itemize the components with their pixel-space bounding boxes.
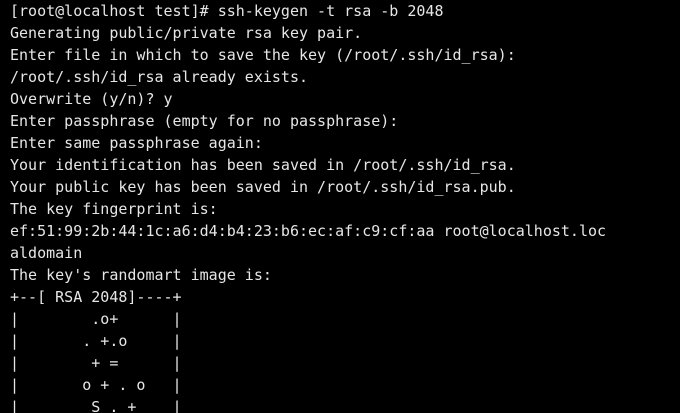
terminal-line: The key's randomart image is: [10,266,272,284]
terminal-line: Enter same passphrase again: [10,134,263,152]
terminal-line-prompt-command: [root@localhost test]# ssh-keygen -t rsa… [10,2,444,20]
randomart-line: | S . + | [10,398,182,413]
randomart-line: | . +.o | [10,332,182,350]
terminal-line: Enter passphrase (empty for no passphras… [10,112,399,130]
randomart-line: +--[ RSA 2048]----+ [10,288,182,306]
terminal-line: Your public key has been saved in /root/… [10,178,516,196]
terminal-line: /root/.ssh/id_rsa already exists. [10,68,309,86]
randomart-line: | o + . o | [10,376,182,394]
randomart-line: | .o+ | [10,310,182,328]
terminal-line: Overwrite (y/n)? y [10,90,173,108]
randomart-line: | + = | [10,354,182,372]
terminal-line: The key fingerprint is: [10,200,218,218]
terminal-line: Generating public/private rsa key pair. [10,24,363,42]
terminal-line-fingerprint-wrap: aldomain [10,244,83,262]
terminal-line: Your identification has been saved in /r… [10,156,516,174]
terminal-window[interactable]: [root@localhost test]# ssh-keygen -t rsa… [0,0,680,413]
terminal-line: Enter file in which to save the key (/ro… [10,46,516,64]
terminal-output: [root@localhost test]# ssh-keygen -t rsa… [0,0,680,413]
terminal-line-fingerprint: ef:51:99:2b:44:1c:a6:d4:b4:23:b6:ec:af:c… [10,222,607,240]
